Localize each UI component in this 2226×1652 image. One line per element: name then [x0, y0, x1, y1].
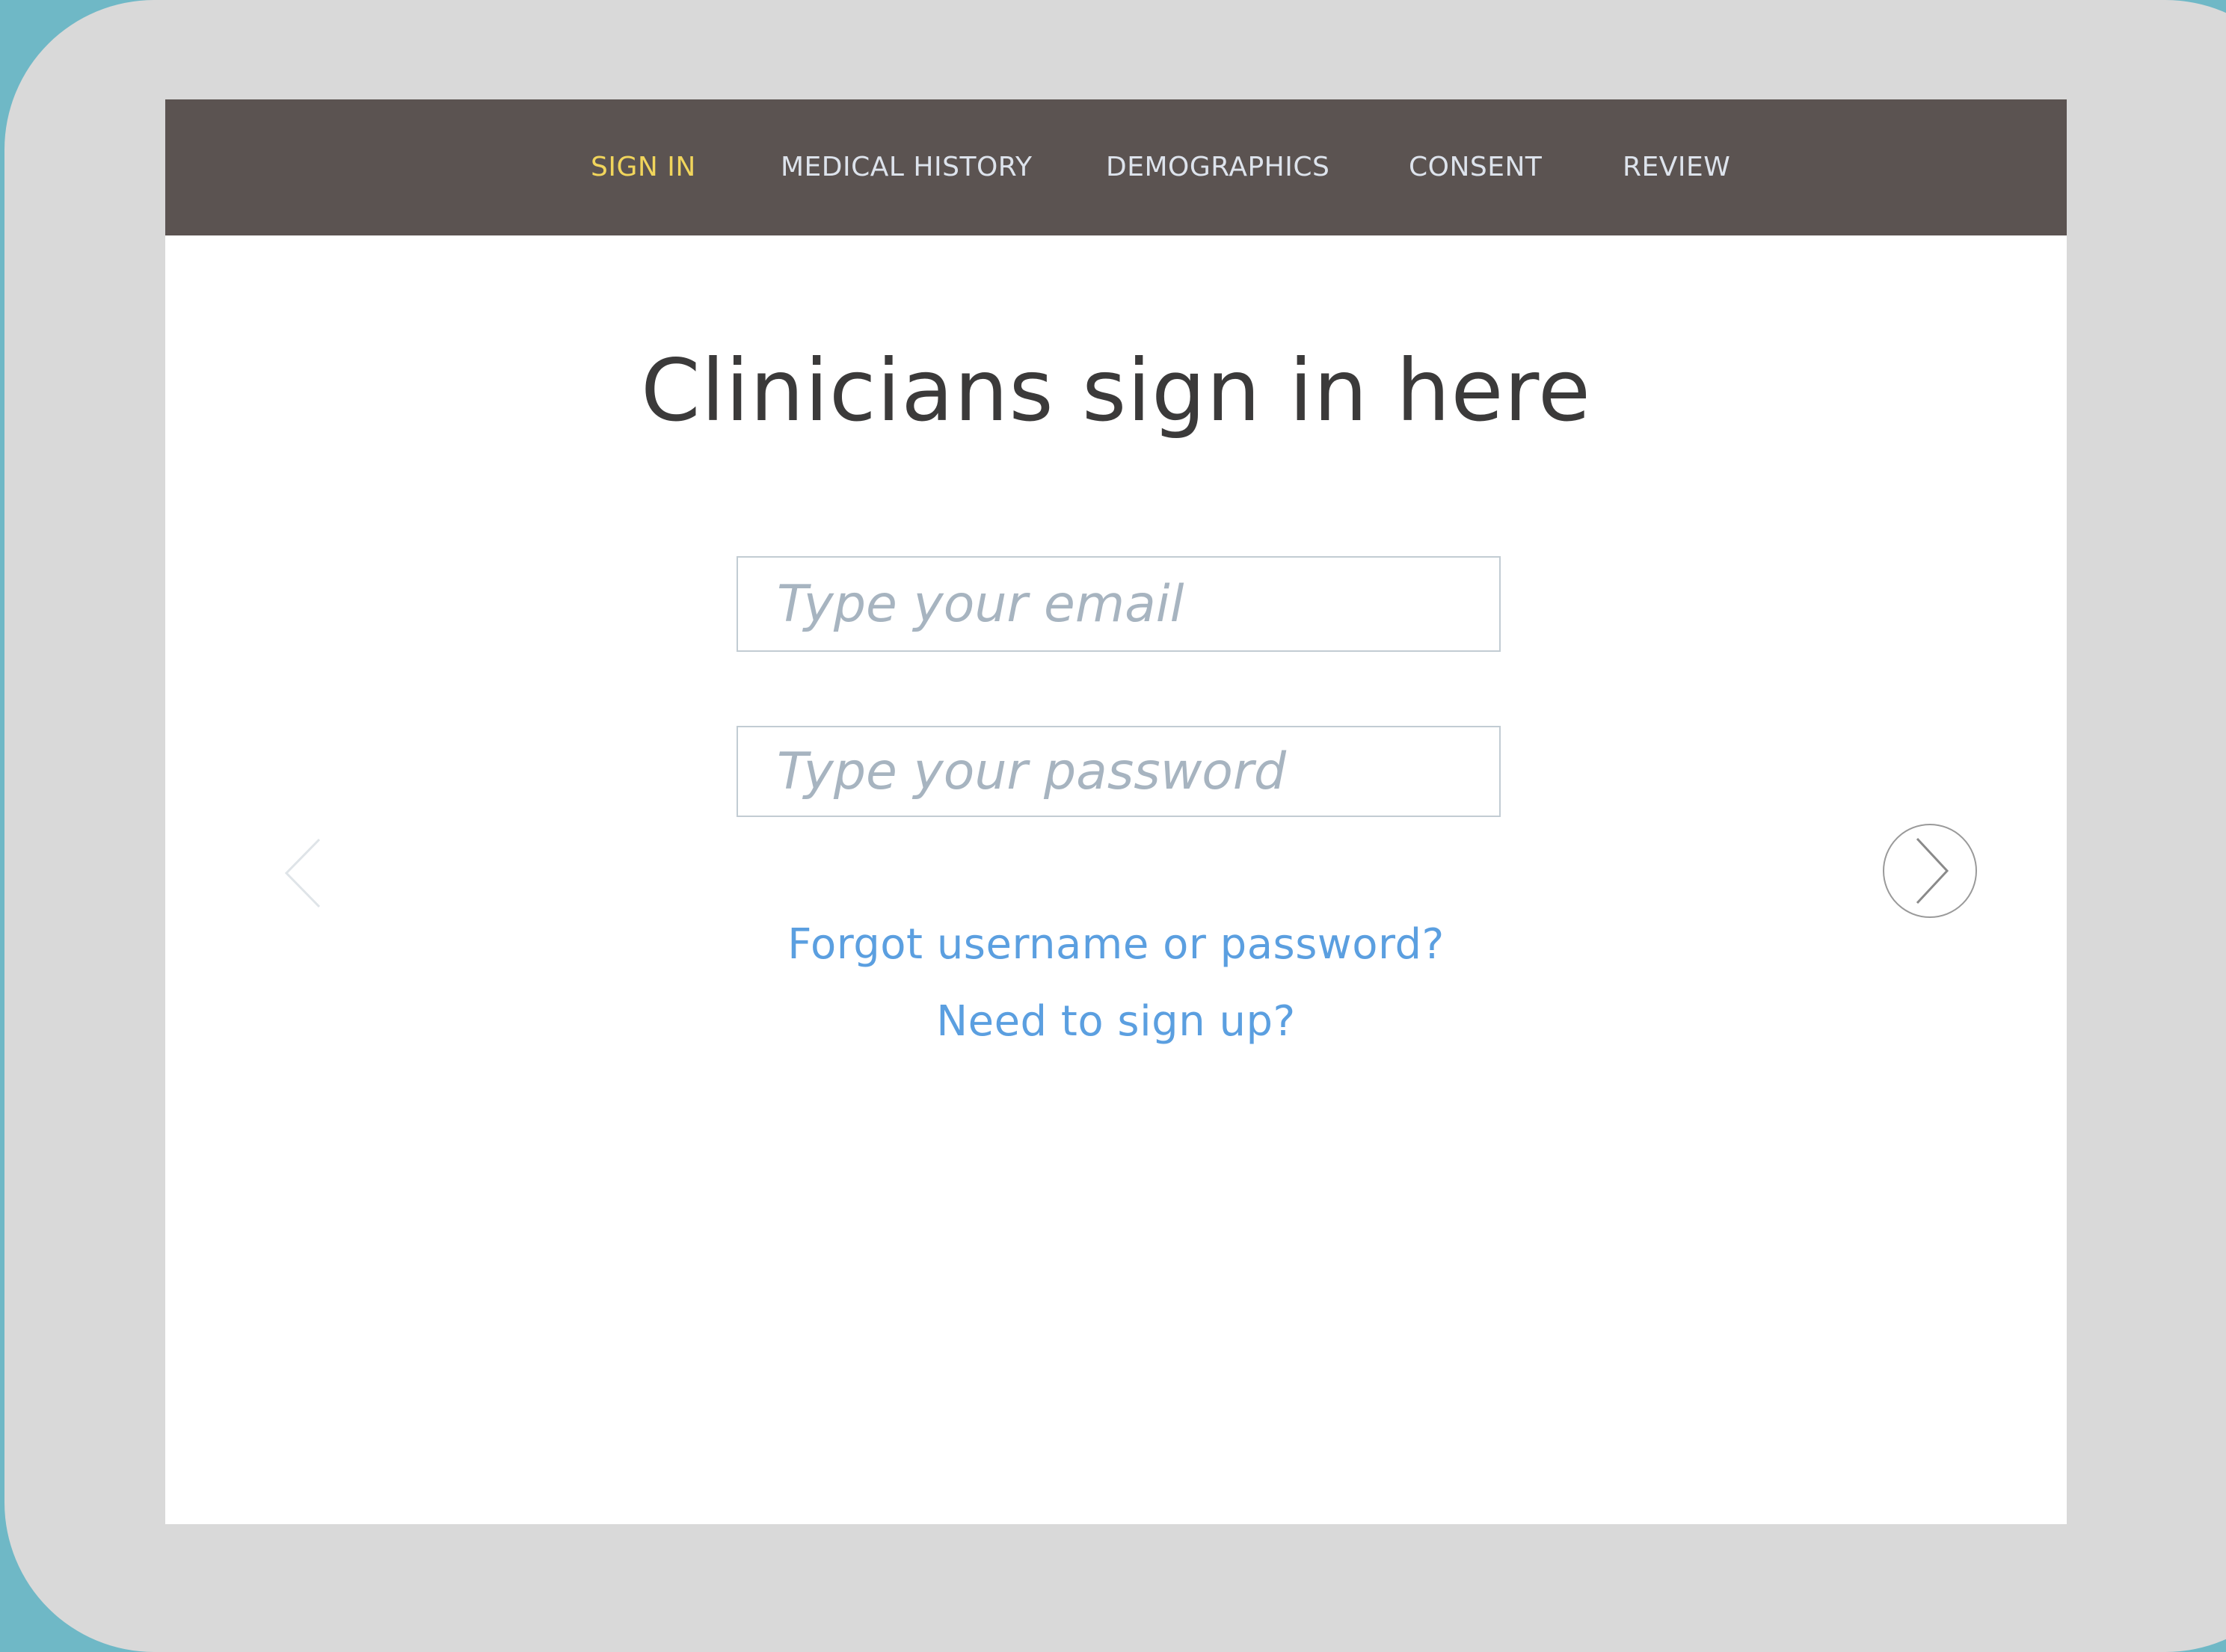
forgot-password-link[interactable]: Forgot username or password? [165, 919, 2067, 970]
chevron-left-icon[interactable] [277, 832, 330, 914]
password-field[interactable] [737, 726, 1501, 817]
chevron-right-circle-icon[interactable] [1881, 822, 1979, 919]
top-nav: SIGN IN MEDICAL HISTORY DEMOGRAPHICS CON… [165, 99, 2067, 235]
nav-tab-review[interactable]: REVIEW [1623, 99, 1730, 235]
sign-up-link[interactable]: Need to sign up? [165, 996, 2067, 1047]
nav-tab-demographics[interactable]: DEMOGRAPHICS [1106, 99, 1329, 235]
nav-tab-medical-history[interactable]: MEDICAL HISTORY [781, 99, 1032, 235]
page-title: Clinicians sign in here [641, 341, 1591, 440]
app-screen: SIGN IN MEDICAL HISTORY DEMOGRAPHICS CON… [165, 99, 2067, 1524]
email-field[interactable] [737, 556, 1501, 652]
nav-tab-consent[interactable]: CONSENT [1409, 99, 1542, 235]
nav-tab-sign-in[interactable]: SIGN IN [591, 99, 696, 235]
